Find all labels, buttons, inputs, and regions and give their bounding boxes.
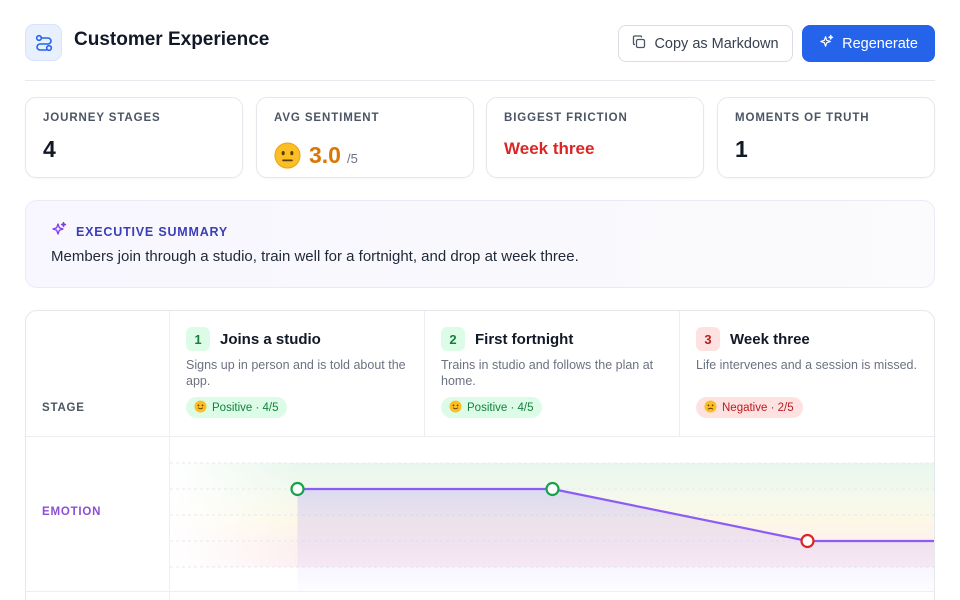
page-title: Customer Experience (74, 29, 270, 50)
sparkles-icon (819, 34, 834, 53)
stat-value: 4 (43, 136, 56, 162)
copy-as-markdown-button[interactable]: Copy as Markdown (618, 25, 793, 62)
stat-value: 1 (735, 136, 748, 162)
stage-column-2[interactable]: 2 First fortnight Trains in studio and f… (425, 311, 680, 436)
emotion-point[interactable] (545, 481, 560, 497)
stat-card-avg-sentiment: AVG SENTIMENT 3.0 /5 (256, 97, 474, 178)
stage-column-1[interactable]: 1 Joins a studio Signs up in person and … (170, 311, 425, 436)
summary-title: EXECUTIVE SUMMARY (76, 224, 229, 239)
stage-number: 2 (441, 327, 465, 351)
stat-card-journey-stages: JOURNEY STAGES 4 (25, 97, 243, 178)
stage-description: Life intervenes and a session is missed. (696, 358, 917, 372)
emotion-point[interactable] (290, 481, 305, 497)
journey-map: STAGE EMOTION 1 Joins a studio Signs up … (25, 310, 935, 600)
stat-label: MOMENTS OF TRUTH (735, 112, 870, 124)
emotion-chart (170, 437, 934, 591)
smile-face-icon (194, 399, 207, 416)
executive-summary: EXECUTIVE SUMMARY Members join through a… (25, 200, 935, 288)
stat-label: AVG SENTIMENT (274, 112, 380, 124)
frown-face-icon (704, 399, 717, 416)
neutral-face-icon (274, 142, 301, 169)
stage-row-label: STAGE (42, 402, 85, 414)
avg-sentiment-suffix: /5 (346, 151, 358, 166)
stage-description: Signs up in person and is told about the… (186, 358, 406, 388)
summary-header: EXECUTIVE SUMMARY (51, 221, 228, 242)
regenerate-button-label: Regenerate (842, 35, 918, 52)
header-divider (25, 80, 935, 81)
emotion-row-label: EMOTION (42, 506, 102, 518)
stage-description: Trains in studio and follows the plan at… (441, 358, 654, 388)
copy-icon (632, 34, 646, 53)
emotion-point[interactable] (800, 533, 815, 549)
sentiment-badge: Negative · 2/5 (696, 397, 803, 418)
sentiment-badge: Positive · 4/5 (186, 397, 288, 418)
regenerate-button[interactable]: Regenerate (802, 25, 935, 62)
sparkles-icon (51, 221, 67, 242)
row-label-column: STAGE EMOTION (26, 311, 170, 600)
stage-number: 1 (186, 327, 210, 351)
stage-name: Joins a studio (220, 330, 321, 348)
page-header: Customer Experience Copy as Markdown Reg… (25, 24, 935, 64)
stage-number: 3 (696, 327, 720, 351)
stat-label: JOURNEY STAGES (43, 112, 161, 124)
copy-button-label: Copy as Markdown (654, 35, 779, 52)
stat-value: Week three (504, 139, 595, 158)
avg-sentiment-value: 3.0 (309, 142, 341, 168)
smile-face-icon (449, 399, 462, 416)
route-icon (25, 24, 62, 61)
stat-label: BIGGEST FRICTION (504, 112, 628, 124)
stat-card-biggest-friction: BIGGEST FRICTION Week three (486, 97, 704, 178)
sentiment-badge: Positive · 4/5 (441, 397, 543, 418)
stage-name: First fortnight (475, 330, 574, 348)
row-divider (26, 591, 934, 592)
stage-column-3[interactable]: 3 Week three Life intervenes and a sessi… (680, 311, 934, 436)
stat-card-moments-of-truth: MOMENTS OF TRUTH 1 (717, 97, 935, 178)
summary-text: Members join through a studio, train wel… (51, 248, 579, 265)
stage-name: Week three (730, 330, 810, 348)
stat-value: 3.0 /5 (274, 136, 358, 169)
